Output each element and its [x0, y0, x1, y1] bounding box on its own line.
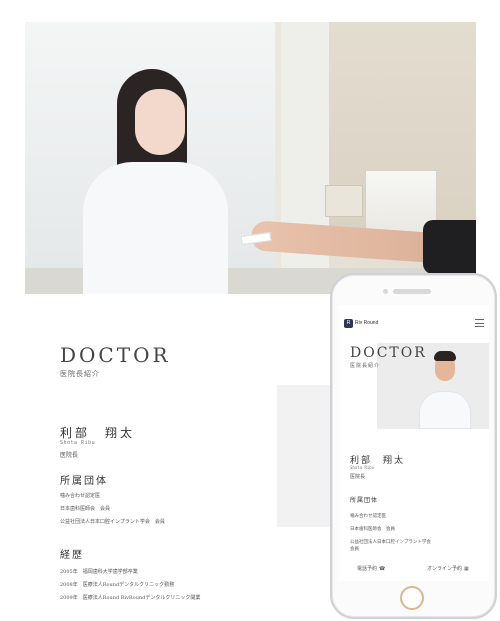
mobile-affiliation-item: 公益社団法人日本口腔インプラント学会 — [350, 540, 431, 545]
doctor-name: 利部 翔太 — [60, 426, 136, 440]
logo-text[interactable]: Riv Round — [355, 320, 378, 326]
career-heading: 経歴 — [60, 550, 84, 561]
doctor-role: 医院長 — [60, 452, 79, 459]
doctor-name-roman: Shota Ribu — [60, 440, 96, 446]
mobile-doctor-subheading: 医院長紹介 — [350, 363, 381, 369]
doctor-hair — [434, 351, 456, 361]
affiliation-item: 噛み合わせ認定医 — [60, 493, 101, 499]
mobile-doctor-heading: DOCTOR — [350, 345, 427, 361]
online-reservation-label: オンライン予約 — [427, 566, 463, 572]
mobile-doctor-role: 医院長 — [350, 474, 366, 480]
mobile-affiliation-item: 噛み合わせ認定医 — [350, 514, 386, 519]
affiliation-item: 公益社団法人日本口腔インプラント学会 会員 — [60, 519, 165, 525]
career-item: 2009年 医療法人Round RivRoundデンタルクリニック開業 — [60, 595, 201, 601]
logo-icon[interactable]: R — [344, 319, 353, 328]
receptionist-uniform — [83, 162, 228, 294]
career-item: 2008年 医療法人Roundデンタルクリニック勤務 — [60, 582, 175, 588]
phone-camera — [383, 289, 388, 294]
mobile-affiliations-heading: 所属団体 — [350, 497, 379, 504]
mobile-doctor-name-roman: Shota Ribu — [350, 465, 375, 470]
phone-home-button[interactable] — [400, 586, 424, 610]
phone-icon: ☎ — [379, 566, 386, 572]
phone-screen: R Riv Round DOCTOR 医院長紹介 利部 翔太 Shota Rib… — [339, 305, 489, 581]
hamburger-menu-icon[interactable] — [475, 319, 484, 327]
doctor-subheading: 医院長紹介 — [60, 370, 100, 378]
receptionist-face — [135, 89, 185, 155]
mobile-affiliation-item: 会員 — [350, 547, 359, 552]
patient-sleeve — [423, 220, 476, 274]
online-reservation-button[interactable]: オンライン予約 ▦ — [427, 565, 469, 572]
affiliations-heading: 所属団体 — [60, 476, 108, 487]
phone-reservation-button[interactable]: 電話予約 ☎ — [357, 565, 385, 572]
affiliation-item: 日本歯科医師会 会員 — [60, 506, 111, 512]
doctor-heading: DOCTOR — [60, 343, 171, 367]
doctor-coat — [419, 391, 471, 429]
phone-speaker — [393, 289, 431, 294]
hero-photo — [25, 22, 476, 294]
career-item: 2005年 福岡歯科大学歯学部卒業 — [60, 569, 138, 575]
wall-outlet — [325, 185, 363, 217]
calendar-icon: ▦ — [464, 566, 469, 572]
phone-reservation-label: 電話予約 — [357, 566, 378, 572]
mobile-affiliation-item: 日本歯科医師会 会員 — [350, 527, 395, 532]
